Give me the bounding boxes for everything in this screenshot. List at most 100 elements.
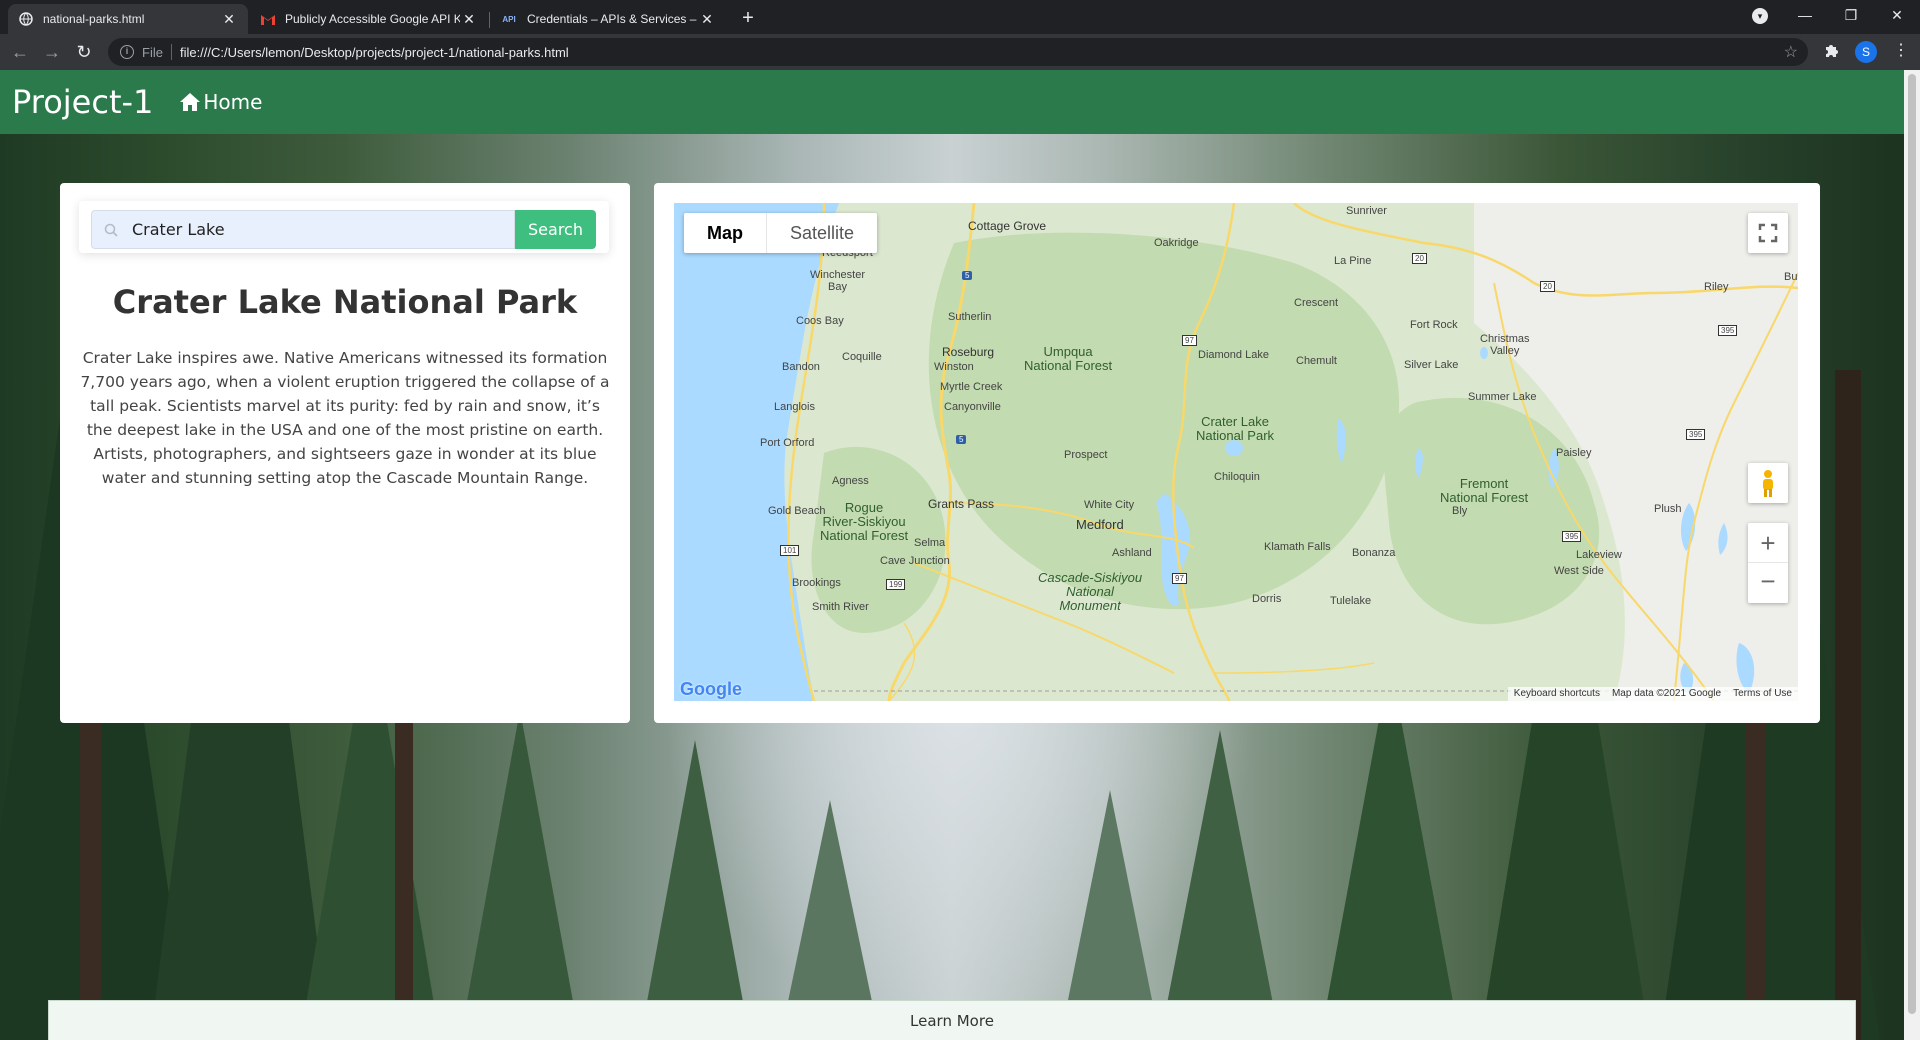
map-label-riley: Riley [1704,281,1729,293]
highway-shield-us97: 97 [1182,335,1197,346]
browser-menu-icon[interactable]: ⋮ [1893,40,1909,60]
search-icon [104,223,118,237]
map-type-satellite-button[interactable]: Satellite [767,213,877,253]
map-label-selma: Selma [914,537,946,549]
map-label-rogue-river-nf: Rogue River-Siskiyou National Forest [820,500,909,543]
url-divider [170,44,172,60]
highway-shield-i5: 5 [962,271,973,280]
map-label-grants-pass: Grants Pass [928,497,995,511]
map-label-cottage-grove: Cottage Grove [968,219,1047,233]
close-window-button[interactable]: ✕ [1874,0,1920,30]
map-label-roseburg: Roseburg [942,345,995,359]
map-label-oakridge: Oakridge [1154,237,1199,249]
map-label-tulelake: Tulelake [1330,595,1372,607]
map-label-umpqua-nf: Umpqua National Forest [1024,344,1113,373]
terms-of-use-link[interactable]: Terms of Use [1733,687,1792,701]
map-label-la-pine: La Pine [1334,255,1372,267]
map-label-dorris: Dorris [1252,593,1282,605]
extensions-puzzle-icon[interactable] [1824,42,1840,62]
brand-logo-text[interactable]: Project-1 [12,83,153,121]
keyboard-shortcuts-link[interactable]: Keyboard shortcuts [1514,687,1600,701]
map-label-winchester-bay: Winchester Bay [810,269,866,293]
map-label-klamath-falls: Klamath Falls [1264,541,1331,553]
map-label-canyonville: Canyonville [944,401,1001,413]
highway-shield-us395: 395 [1718,325,1738,336]
learn-more-button[interactable]: Learn More [48,1000,1856,1040]
browser-tab-credentials[interactable]: API Credentials – APIs & Services – M ✕ [490,4,726,34]
map-label-diamond-lake: Diamond Lake [1198,349,1269,361]
map-label-ashland: Ashland [1112,547,1152,559]
map-label-fremont-nf: Fremont National Forest [1440,476,1529,505]
tab-title: national-parks.html [43,12,145,26]
park-info-card: Crater Lake Search Crater Lake National … [60,183,630,723]
browser-tab-gmail[interactable]: Publicly Accessible Google API K ✕ [250,4,488,34]
search-button[interactable]: Search [515,210,596,249]
highway-shield-us97: 97 [1172,573,1187,584]
restore-button[interactable]: ❐ [1828,0,1874,30]
browser-toolbar: ← → ↻ i File file:///C:/Users/lemon/Desk… [0,34,1920,70]
map-label-crescent: Crescent [1294,297,1339,309]
highway-shield-i5: 5 [956,435,967,444]
tab-title: Publicly Accessible Google API K [285,12,460,26]
map-label-agness: Agness [832,475,869,487]
map-label-summer-lake: Summer Lake [1468,391,1537,403]
map-label-smith-river: Smith River [812,601,869,613]
tab-search-icon[interactable]: ▾ [1752,8,1768,24]
minimize-button[interactable]: — [1782,0,1828,30]
page-scrollbar[interactable] [1904,70,1920,1040]
address-bar[interactable]: i File file:///C:/Users/lemon/Desktop/pr… [108,38,1808,66]
google-logo: Google [680,679,742,700]
map-label-chemult: Chemult [1296,355,1337,367]
park-search-input[interactable]: Crater Lake [91,210,515,249]
top-navbar: Project-1 Home [0,70,1904,134]
zoom-out-button[interactable]: − [1748,563,1788,602]
profile-avatar[interactable]: S [1855,41,1877,63]
new-tab-button[interactable]: + [736,6,760,30]
browser-tab-national-parks[interactable]: national-parks.html ✕ [8,4,248,34]
scrollbar-thumb[interactable] [1908,74,1916,1014]
tab-title: Credentials – APIs & Services – M [527,12,698,26]
close-tab-icon[interactable]: ✕ [698,11,716,28]
map-label-christmas-valley: Christmas Valley [1480,333,1530,357]
map-label-coquille: Coquille [842,351,882,363]
reload-button[interactable]: ↻ [72,40,96,64]
map-label-lakeview: Lakeview [1576,549,1622,561]
map-label-paisley: Paisley [1556,447,1592,459]
map-label-white-city: White City [1084,499,1135,511]
map-label-cave-junction: Cave Junction [880,555,950,567]
search-bar: Crater Lake Search [79,201,609,253]
map-label-fort-rock: Fort Rock [1410,319,1458,331]
map-label-myrtle-creek: Myrtle Creek [940,381,1003,393]
map-type-map-button[interactable]: Map [684,213,767,253]
highway-shield-us20: 20 [1412,253,1427,264]
map-label-brookings: Brookings [792,577,841,589]
map-label-gold-beach: Gold Beach [768,505,826,517]
highway-shield-us395: 395 [1686,429,1706,440]
page-viewport: Project-1 Home Crater Lake Search Crater… [0,70,1904,1040]
map-label-sutherlin: Sutherlin [948,311,992,323]
map-label-bly: Bly [1452,505,1468,517]
map-label-crater-lake-np: Crater Lake National Park [1196,414,1275,443]
map-label-chiloquin: Chiloquin [1214,471,1260,483]
street-view-pegman[interactable] [1748,463,1788,503]
park-description: Crater Lake inspires awe. Native America… [80,349,610,487]
fullscreen-button[interactable] [1748,213,1788,253]
forward-button[interactable]: → [40,40,64,64]
google-map[interactable]: Cottage Grove Sunriver Reedsport Oakridg… [674,203,1798,701]
home-link[interactable]: Home [179,90,262,114]
close-tab-icon[interactable]: ✕ [220,11,238,28]
map-label-sunriver: Sunriver [1346,205,1387,217]
map-label-coos-bay: Coos Bay [796,315,844,327]
map-card: Cottage Grove Sunriver Reedsport Oakridg… [654,183,1820,723]
api-icon: API [502,14,516,24]
highway-shield-us101: 101 [780,545,800,556]
info-icon[interactable]: i [120,45,134,59]
zoom-in-button[interactable]: + [1748,523,1788,563]
google-logo-text: Google [680,679,742,699]
gmail-icon [260,11,276,27]
highway-shield-us20: 20 [1540,281,1555,292]
close-tab-icon[interactable]: ✕ [460,11,478,28]
bookmark-star-icon[interactable]: ☆ [1784,42,1798,62]
back-button[interactable]: ← [8,40,32,64]
fullscreen-icon [1758,223,1778,243]
